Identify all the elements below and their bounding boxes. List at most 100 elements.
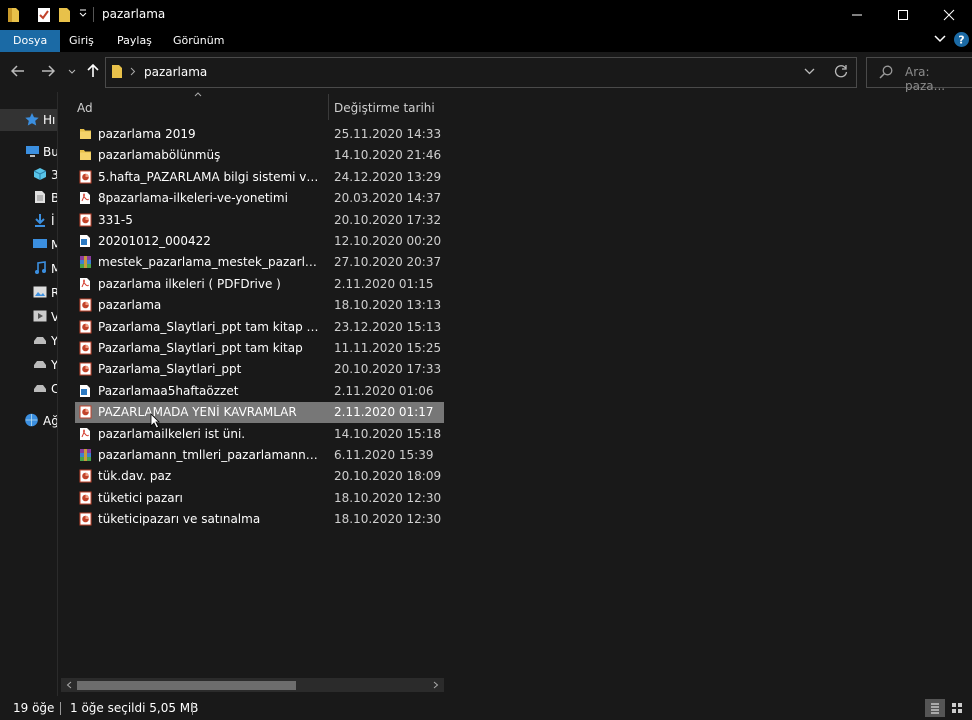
- scroll-left-icon[interactable]: [66, 681, 72, 689]
- scrollbar-thumb[interactable]: [77, 681, 296, 690]
- tab-view[interactable]: Görünüm: [160, 30, 237, 52]
- file-row[interactable]: pazarlamann_tmlleri_pazarlamann_tmllerin…: [75, 445, 444, 466]
- nav-item-downloads[interactable]: İ: [0, 210, 57, 232]
- archive-file-icon: [79, 448, 92, 462]
- tab-file[interactable]: Dosya: [0, 30, 61, 52]
- scroll-right-icon[interactable]: [433, 681, 439, 689]
- file-date: 18.10.2020 13:13: [334, 298, 442, 313]
- file-row[interactable]: Pazarlama_Slaytlari_ppt 20.10.2020 17:33: [75, 359, 444, 380]
- properties-icon[interactable]: [37, 7, 51, 23]
- file-row[interactable]: tük.dav. paz 20.10.2020 18:09: [75, 466, 444, 487]
- search-input[interactable]: Ara: paza...: [905, 65, 972, 93]
- nav-item-drive[interactable]: C: [0, 378, 57, 400]
- file-row[interactable]: 5.hafta_PAZARLAMA bilgi sistemi ve araşt…: [75, 167, 444, 188]
- nav-item-label: Bu: [43, 145, 57, 159]
- column-header-name[interactable]: Ad: [77, 97, 93, 119]
- drive-icon: [33, 360, 47, 369]
- file-row[interactable]: Pazarlama_Slaytlari_ppt tam kitap [Otoma…: [75, 317, 444, 338]
- file-date: 20.03.2020 14:37: [334, 191, 442, 206]
- close-button[interactable]: [926, 0, 972, 30]
- nav-item-videos[interactable]: V: [0, 306, 57, 328]
- refresh-icon[interactable]: [834, 64, 848, 78]
- column-divider[interactable]: [328, 94, 329, 120]
- nav-item-pictures[interactable]: R: [0, 282, 57, 304]
- horizontal-scrollbar[interactable]: [61, 678, 444, 692]
- tab-share[interactable]: Paylaş: [104, 30, 165, 52]
- customize-toolbar-icon[interactable]: [79, 9, 87, 19]
- nav-item-quick-access[interactable]: Hı: [0, 109, 57, 131]
- address-dropdown-icon[interactable]: [804, 68, 815, 75]
- nav-item-network[interactable]: Ağ: [0, 410, 57, 432]
- file-row[interactable]: tüketicipazarı ve satınalma 18.10.2020 12…: [75, 509, 444, 530]
- pdf-file-icon: [79, 277, 91, 291]
- file-row[interactable]: pazarlamabölünmüş 14.10.2020 21:46: [75, 145, 444, 166]
- file-name: pazarlama ilkeleri ( PDFDrive ): [98, 276, 281, 291]
- desktop-icon: [33, 238, 47, 250]
- maximize-button[interactable]: [880, 0, 926, 30]
- file-date: 18.10.2020 12:30: [334, 512, 442, 527]
- file-row[interactable]: 8pazarlama-ilkeleri-ve-yonetimi 20.03.202…: [75, 188, 444, 209]
- expand-ribbon-icon[interactable]: [934, 35, 946, 43]
- file-row[interactable]: Pazarlama_Slaytlari_ppt tam kitap 11.11.2…: [75, 338, 444, 359]
- minimize-button[interactable]: [834, 0, 880, 30]
- file-row[interactable]: 331-5 20.10.2020 17:32: [75, 210, 444, 231]
- file-name: pazarlama 2019: [98, 127, 196, 141]
- powerpoint-file-icon: [79, 170, 92, 184]
- file-row[interactable]: 20201012_000422 12.10.2020 00:20: [75, 231, 444, 252]
- address-bar[interactable]: pazarlama: [105, 57, 857, 88]
- search-box[interactable]: Ara: paza...: [866, 57, 972, 93]
- nav-item-desktop[interactable]: M: [0, 234, 57, 256]
- downloads-icon: [34, 213, 46, 227]
- file-date: 14.10.2020 21:46: [334, 148, 442, 163]
- file-name: Pazarlama_Slaytlari_ppt tam kitap [Otoma…: [98, 319, 323, 334]
- title-divider: [93, 7, 94, 22]
- nav-item-music[interactable]: M: [0, 258, 57, 280]
- large-icons-view-button[interactable]: [947, 699, 967, 717]
- file-date: 2.11.2020 01:15: [334, 276, 434, 291]
- file-date: 14.10.2020 15:18: [334, 426, 442, 441]
- new-folder-icon[interactable]: [58, 7, 72, 23]
- file-row[interactable]: Pazarlamaa5haftaözzet 2.11.2020 01:06: [75, 381, 444, 402]
- file-name: mestek_pazarlama_mestek_pazarlama: [98, 255, 323, 270]
- folder-icon: [79, 148, 92, 161]
- up-arrow-icon[interactable]: [87, 64, 99, 78]
- nav-item-drive[interactable]: Y: [0, 354, 57, 376]
- file-row[interactable]: pazarlama 18.10.2020 13:13: [75, 295, 444, 316]
- file-date: 24.12.2020 13:29: [334, 169, 442, 184]
- file-row[interactable]: pazarlama ilkeleri ( PDFDrive ) 2.11.2020…: [75, 274, 444, 295]
- search-icon: [879, 65, 893, 79]
- file-row[interactable]: mestek_pazarlama_mestek_pazarlama 27.10.2…: [75, 252, 444, 273]
- folder-icon: [79, 127, 92, 140]
- file-name: tüketici pazarı: [98, 490, 183, 505]
- pdf-file-icon: [79, 427, 91, 441]
- powerpoint-file-icon: [79, 512, 92, 526]
- recent-locations-icon[interactable]: [68, 69, 76, 75]
- file-row[interactable]: tüketici pazarı 18.10.2020 12:30: [75, 488, 444, 509]
- nav-item-3d-objects[interactable]: 3: [0, 164, 57, 186]
- back-arrow-icon[interactable]: [11, 65, 25, 77]
- powerpoint-file-icon: [79, 469, 92, 483]
- pictures-icon: [33, 286, 47, 298]
- forward-arrow-icon[interactable]: [41, 65, 55, 77]
- details-view-button[interactable]: [925, 699, 945, 717]
- powerpoint-file-icon: [79, 298, 92, 312]
- document-file-icon: [79, 384, 91, 398]
- nav-item-label: Ağ: [43, 414, 57, 428]
- file-date: 18.10.2020 12:30: [334, 490, 442, 505]
- column-header-date[interactable]: Değiştirme tarihi: [334, 97, 435, 119]
- file-row[interactable]: PAZARLAMADA YENİ KAVRAMLAR 2.11.2020 01:1…: [75, 402, 444, 424]
- tab-home[interactable]: Giriş: [56, 30, 107, 52]
- selection-info: 1 öğe seçildi 5,05 MB: [70, 701, 199, 715]
- file-row[interactable]: pazarlama 2019 25.11.2020 14:33: [75, 124, 444, 145]
- breadcrumb[interactable]: pazarlama: [144, 65, 207, 79]
- help-icon[interactable]: ?: [953, 31, 970, 48]
- file-row[interactable]: pazarlamailkeleri ist üni. 14.10.2020 15:…: [75, 424, 444, 445]
- status-bar: 19 öğe 1 öğe seçildi 5,05 MB: [0, 696, 972, 720]
- breadcrumb-chevron-icon[interactable]: [130, 67, 136, 76]
- file-list: Ad Değiştirme tarihi pazarlama 2019 25.11…: [57, 92, 972, 696]
- nav-item-documents[interactable]: B: [0, 187, 57, 209]
- file-name: PAZARLAMADA YENİ KAVRAMLAR: [98, 405, 297, 420]
- nav-item-this-pc[interactable]: Bu: [0, 141, 57, 163]
- powerpoint-file-icon: [79, 405, 92, 419]
- nav-item-drive[interactable]: Y: [0, 330, 57, 352]
